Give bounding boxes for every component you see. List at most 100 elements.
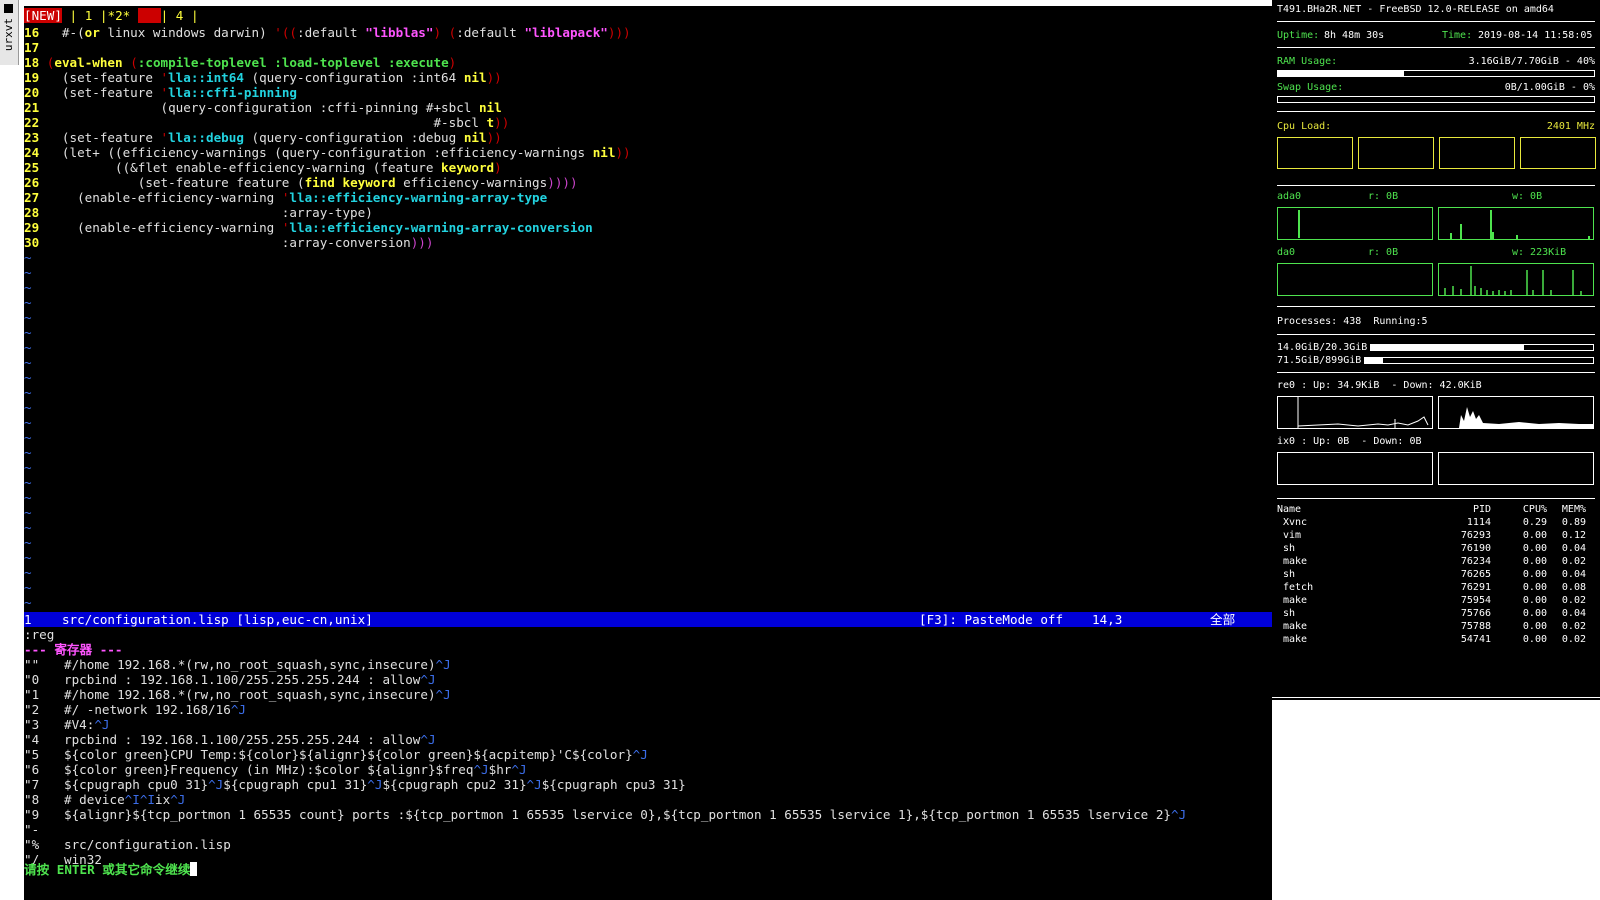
cpu-freq: 2401 MHz (1546, 121, 1595, 132)
process-name: sh (1283, 543, 1296, 554)
process-pid: 76190 (1460, 543, 1491, 554)
empty-line-tilde: ~ (24, 310, 32, 325)
register-row: "1 #/home 192.168.*(rw,no_root_squash,syn… (24, 687, 1272, 702)
process-pid: 76234 (1460, 556, 1491, 567)
control-char: ^J (435, 687, 451, 702)
empty-line-tilde: ~ (24, 250, 32, 265)
register-name: "7 (24, 777, 40, 792)
empty-line-tilde: ~ (24, 340, 32, 355)
code-line: 29 (enable-efficiency-warning 'lla::effi… (24, 220, 593, 235)
uptime-value: 8h 48m 30s (1324, 30, 1385, 41)
swap-value: 0B/1.00GiB - 0% (1504, 82, 1595, 93)
code-line: 20 (set-feature 'lla::cffi-pinning (24, 85, 297, 100)
register-row: "9 ${alignr}${tcp_portmon 1 65535 count} … (24, 807, 1272, 822)
empty-line-tilde: ~ (24, 565, 32, 580)
empty-line-tilde: ~ (24, 415, 32, 430)
process-pid: 76293 (1460, 530, 1491, 541)
process-mem: 0.12 (1561, 530, 1586, 541)
window-menu-icon[interactable] (4, 4, 13, 13)
control-char: ^J (420, 672, 436, 687)
control-char: ^J (170, 792, 186, 807)
ix0-up-graph (1277, 452, 1433, 485)
process-name: make (1283, 621, 1308, 632)
control-char: ^J (511, 762, 527, 777)
empty-line-tilde: ~ (24, 385, 32, 400)
register-value: ${color green}CPU Temp:${color}${alignr}… (64, 747, 633, 762)
process-name: sh (1283, 569, 1296, 580)
host-title: T491.BHa2R.NET - FreeBSD 12.0-RELEASE on… (1277, 4, 1554, 15)
process-pid: 75954 (1460, 595, 1491, 606)
register-name: "8 (24, 792, 40, 807)
ada0-read: r: 0B (1368, 191, 1399, 202)
process-name: fetch (1283, 582, 1314, 593)
control-char: ^J (420, 732, 436, 747)
registers-header: --- 寄存器 --- (24, 642, 123, 657)
register-name: "5 (24, 747, 40, 762)
empty-line-tilde: ~ (24, 550, 32, 565)
uptime-label: Uptime: (1277, 30, 1320, 41)
code-line: 23 (set-feature 'lla::debug (query-confi… (24, 130, 502, 145)
process-pid: 1114 (1466, 517, 1491, 528)
cpu0-graph (1277, 137, 1353, 169)
control-char: ^J (94, 717, 110, 732)
re0-down-graph (1438, 396, 1594, 429)
proc-header-cpu: CPU% (1522, 504, 1547, 515)
process-mem: 0.89 (1561, 517, 1586, 528)
terminal-tab-grip[interactable]: urxvt (0, 0, 19, 65)
da0-label: da0 (1277, 247, 1296, 258)
swap-label: Swap Usage: (1277, 82, 1344, 93)
empty-line-tilde: ~ (24, 535, 32, 550)
process-cpu: 0.00 (1522, 608, 1547, 619)
empty-line-tilde: ~ (24, 400, 32, 415)
code-line: 30 :array-conversion))) (24, 235, 434, 250)
register-name: "1 (24, 687, 40, 702)
cpu1-graph (1358, 137, 1434, 169)
process-pid: 76265 (1460, 569, 1491, 580)
register-row: "6 ${color green}Frequency (in MHz):$colo… (24, 762, 1272, 777)
ada0-write: w: 0B (1512, 191, 1543, 202)
proc-header-pid: PID (1472, 504, 1491, 515)
tab-3[interactable]: 3 (137, 8, 161, 23)
process-mem: 0.04 (1561, 543, 1586, 554)
process-cpu: 0.00 (1522, 595, 1547, 606)
cursor-position: 14,3 (1092, 612, 1123, 627)
register-row: "- (24, 822, 1272, 837)
control-char: ^J (526, 777, 542, 792)
control-char: ^J (367, 777, 383, 792)
buffer-number: 1 (24, 612, 32, 627)
process-name: Xvnc (1283, 517, 1308, 528)
ram-value: 3.16GiB/7.70GiB - 40% (1468, 56, 1595, 67)
process-cpu: 0.00 (1522, 530, 1547, 541)
register-value: src/configuration.lisp (64, 837, 231, 852)
register-value-cont: ${cpugraph cpu1 31} (223, 777, 368, 792)
tab-sep: | (69, 8, 78, 23)
fs1-bar (1370, 344, 1594, 351)
register-name: "- (24, 822, 40, 837)
empty-line-tilde: ~ (24, 490, 32, 505)
control-char: ^I^I (124, 792, 156, 807)
vim-tabline: [NEW] | 1 |*2* 3 | 4 | (24, 8, 199, 23)
code-line: 17 (24, 40, 40, 55)
paste-mode: [F3]: PasteMode off (919, 612, 1064, 627)
tab-2[interactable]: *2* (107, 8, 130, 23)
code-line: 27 (enable-efficiency-warning 'lla::effi… (24, 190, 548, 205)
process-pid: 75788 (1460, 621, 1491, 632)
register-value-cont: ix (155, 792, 171, 807)
register-value: #/home 192.168.*(rw,no_root_squash,sync,… (64, 687, 436, 702)
process-pid: 75766 (1460, 608, 1491, 619)
register-value: # device (64, 792, 125, 807)
da0-read: r: 0B (1368, 247, 1399, 258)
process-name: make (1283, 556, 1308, 567)
fs2-bar (1364, 357, 1594, 364)
code-line: 19 (set-feature 'lla::int64 (query-confi… (24, 70, 502, 85)
terminal-app-label: urxvt (2, 18, 15, 52)
vim-terminal[interactable]: [NEW] | 1 |*2* 3 | 4 | 16 #-(or linux wi… (24, 6, 1272, 900)
empty-line-tilde: ~ (24, 505, 32, 520)
code-line: 22 #-sbcl t)) (24, 115, 510, 130)
register-row: "" #/home 192.168.*(rw,no_root_squash,syn… (24, 657, 1272, 672)
empty-line-tilde: ~ (24, 295, 32, 310)
tab-new[interactable]: [NEW] (24, 8, 62, 23)
register-name: "2 (24, 702, 40, 717)
register-row: "5 ${color green}CPU Temp:${color}${align… (24, 747, 1272, 762)
register-value-cont: ${cpugraph cpu2 31} (382, 777, 527, 792)
